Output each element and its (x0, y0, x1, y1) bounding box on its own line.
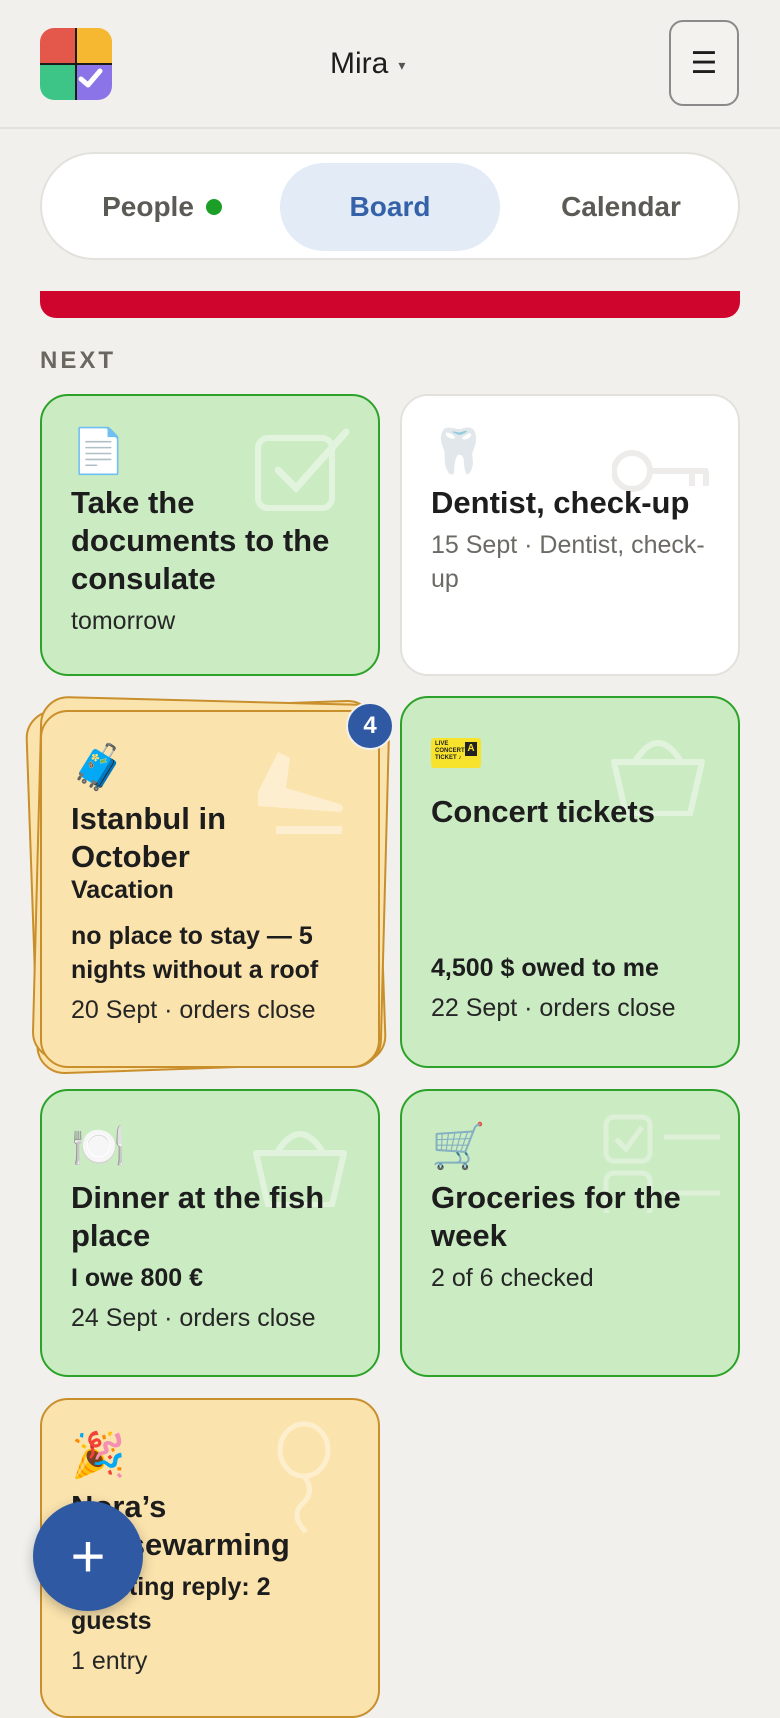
tab-calendar-label: Calendar (561, 191, 681, 222)
ticket-line: LIVE (435, 741, 449, 747)
card-meta: 24 Sept · orders close (71, 1304, 316, 1332)
menu-button[interactable]: ☰ (669, 20, 739, 106)
ticket-line: CONCERT (435, 748, 465, 754)
card-title: Dentist, check-up (431, 485, 690, 520)
add-item-button[interactable]: + (33, 1501, 143, 1611)
card-meta: 1 entry (71, 1647, 148, 1675)
card-istanbul[interactable]: 🧳 Istanbul in October Vacation no place … (40, 710, 380, 1068)
tab-calendar[interactable]: Calendar (518, 163, 724, 251)
hamburger-icon: ☰ (690, 46, 718, 80)
card-meta: 22 Sept · orders close (431, 994, 676, 1022)
stack-count-badge: 4 (346, 702, 394, 750)
tab-people-label: People (102, 191, 194, 222)
tab-people[interactable]: People (62, 163, 262, 251)
card-concert[interactable]: LIVE CONCERT TICKET ♪ A Concert tickets … (400, 696, 740, 1068)
app-logo[interactable] (40, 28, 112, 100)
card-meta: tomorrow (71, 607, 176, 635)
caret-down-icon: ▾ (398, 56, 406, 73)
card-title: Dinner at the fish place (71, 1180, 325, 1253)
card-note: 4,500 $ owed to me (431, 954, 659, 982)
ticket-icon: LIVE CONCERT TICKET ♪ A (431, 738, 481, 768)
tab-board[interactable]: Board (280, 163, 500, 251)
card-meta: 15 Sept · Dentist, check-up (431, 531, 705, 593)
section-heading-next: NEXT (40, 347, 117, 374)
ticket-line: TICKET ♪ (435, 755, 462, 761)
ticket-letter: A (465, 742, 477, 756)
check-icon (78, 68, 103, 88)
view-tabs: People Board Calendar (40, 152, 740, 260)
card-title: Concert tickets (431, 794, 655, 829)
card-meta: 2 of 6 checked (431, 1264, 594, 1292)
user-name: Mira (330, 47, 389, 80)
card-groceries[interactable]: 🛒 Groceries for the week 2 of 6 checked (400, 1089, 740, 1377)
card-note: no place to stay — 5 nights without a ro… (71, 922, 319, 984)
card-documents[interactable]: 📄 Take the documents to the consulate to… (40, 394, 380, 676)
card-note: I owe 800 € (71, 1264, 204, 1292)
card-dinner[interactable]: 🍽️ Dinner at the fish place I owe 800 € … (40, 1089, 380, 1377)
card-subtitle: Vacation (71, 876, 174, 904)
app-header: Mira ▾ ☰ (0, 0, 780, 129)
tab-board-label: Board (349, 191, 431, 222)
plus-icon: + (70, 1522, 106, 1590)
card-title: Take the documents to the consulate (71, 485, 330, 596)
user-switcher[interactable]: Mira ▾ (330, 44, 405, 84)
online-status-dot (205, 199, 222, 215)
alert-bar (40, 291, 740, 318)
card-title: Groceries for the week (431, 1180, 681, 1253)
card-dentist[interactable]: 🦷 Dentist, check-up 15 Sept · Dentist, c… (400, 394, 740, 676)
card-title: Istanbul in October (71, 801, 226, 874)
card-meta: 20 Sept · orders close (71, 996, 316, 1024)
